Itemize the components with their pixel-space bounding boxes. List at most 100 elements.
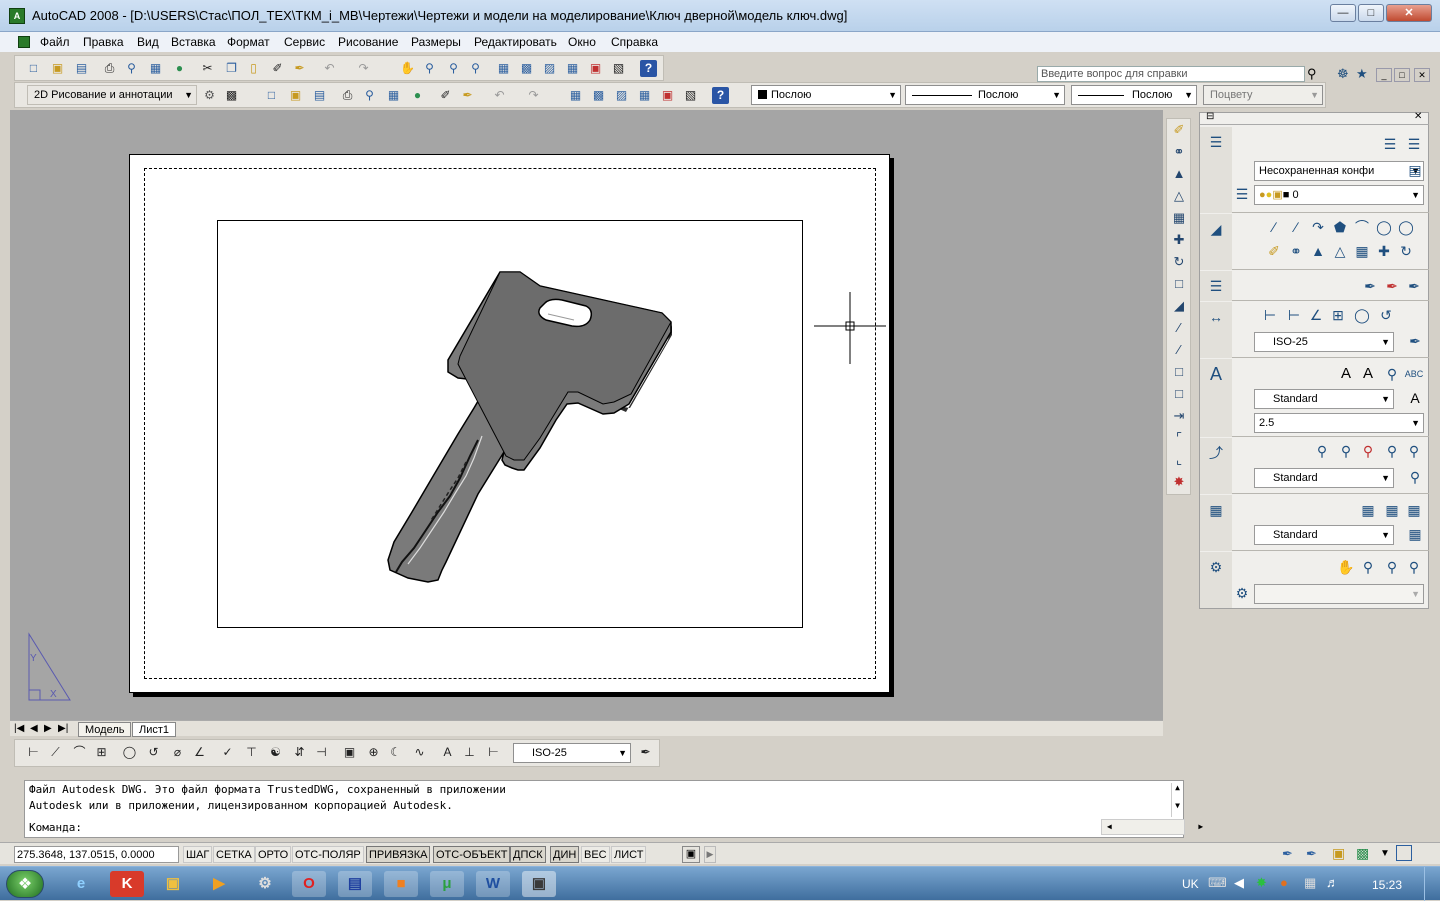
snap-toggle[interactable]: ШАГ	[183, 846, 213, 863]
dim-space-icon[interactable]: ⇵	[291, 744, 308, 761]
dim-baseline-icon[interactable]: ⊤	[243, 744, 260, 761]
word-icon[interactable]: W	[476, 871, 510, 897]
dim-style-manager-icon[interactable]: ✒	[637, 744, 654, 761]
make-current-layer-icon[interactable]: ☰	[1232, 185, 1252, 203]
named-view-icon[interactable]: ⚙	[1232, 584, 1252, 602]
layer-state-manager-icon[interactable]: ▤	[1405, 161, 1425, 179]
stretch-icon[interactable]: ◢	[1170, 297, 1188, 315]
jogged-linear-icon[interactable]: ∿	[411, 744, 428, 761]
table-edit-icon[interactable]: ▦	[1404, 501, 1424, 519]
inspection-icon[interactable]: ☾	[387, 744, 404, 761]
tray-expand-icon[interactable]: ◀	[1234, 875, 1244, 891]
explode-icon[interactable]: ✸	[1170, 473, 1188, 491]
internet-explorer-icon[interactable]: e	[64, 871, 98, 897]
autocad-task-icon[interactable]: ▣	[522, 871, 556, 897]
navigation-panel-icon[interactable]: ⚙	[1206, 558, 1226, 576]
scale-icon[interactable]: □	[1170, 275, 1188, 293]
folder-app-icon[interactable]: ■	[384, 871, 418, 897]
dim-style-panel-select[interactable]: ISO-25 ▼	[1254, 332, 1394, 352]
dashboard-close-icon[interactable]: ✕	[1414, 111, 1422, 122]
table-icon[interactable]: ▦	[1358, 501, 1378, 519]
line-icon[interactable]: ∕	[1264, 218, 1284, 236]
spell-check-icon[interactable]: ABC	[1404, 365, 1424, 383]
tolerance-icon[interactable]: ▣	[341, 744, 358, 761]
dashboard-collapse-icon[interactable]: ⊟	[1206, 111, 1214, 122]
tray-browser-icon[interactable]: ●	[1280, 875, 1288, 890]
multileader-panel-icon[interactable]: ⤴	[1206, 444, 1226, 462]
remove-leader-icon[interactable]: ⚲	[1358, 442, 1378, 460]
tab-layout1[interactable]: Лист1	[132, 722, 177, 737]
offset-icon[interactable]: △	[1170, 187, 1188, 205]
annotation-visibility-icon[interactable]: ✒	[1306, 846, 1317, 862]
tab-model[interactable]: Модель	[78, 722, 132, 737]
dash-angular-icon[interactable]: ∠	[1306, 306, 1326, 324]
layer-select[interactable]: ●●▣■ 0 ▼	[1254, 185, 1424, 205]
move-icon-2[interactable]: ✚	[1374, 242, 1394, 260]
dyn-toggle[interactable]: ДИН	[550, 846, 580, 863]
pan-icon-2[interactable]: ✋	[1336, 558, 1356, 576]
dim-aligned-icon[interactable]: ⟋	[47, 744, 64, 761]
text-height-select[interactable]: 2.5 ▼	[1254, 413, 1424, 433]
annotation-scale-icon[interactable]: ✒	[1282, 846, 1293, 862]
command-hscrollbar[interactable]: ◀ ▶	[1101, 819, 1203, 835]
mleader-style-manager-icon[interactable]: ⚲	[1405, 468, 1425, 486]
media-player-icon[interactable]: ▶	[202, 871, 236, 897]
mleader-style-select[interactable]: Standard ▼	[1254, 468, 1394, 488]
multileader-icon[interactable]: ⚲	[1312, 442, 1332, 460]
dim-style-panel-manager-icon[interactable]: ✒	[1405, 332, 1425, 350]
dim-linear-icon[interactable]: ⊢	[25, 744, 42, 761]
clock[interactable]: 15:23	[1372, 878, 1402, 892]
dimedit-icon[interactable]: A	[439, 744, 456, 761]
polygon-icon[interactable]: ⬟	[1330, 218, 1350, 236]
collect-leaders-icon[interactable]: ⚲	[1404, 442, 1424, 460]
insert-block-icon[interactable]: ✒	[1360, 277, 1380, 295]
otrack-toggle[interactable]: ОТС-ОБЪЕКТ	[433, 846, 511, 863]
command-scrollbar[interactable]: ▲ ▼	[1171, 783, 1183, 817]
arc-icon[interactable]: ◯	[1374, 218, 1394, 236]
break-icon[interactable]: □	[1170, 385, 1188, 403]
dim-diameter-icon[interactable]: ⌀	[169, 744, 186, 761]
viewport-scroll-icon[interactable]: ▶	[704, 846, 716, 863]
named-view-select[interactable]: ▼	[1254, 584, 1424, 604]
tray-app-icon[interactable]: ✸	[1256, 875, 1267, 891]
break-at-point-icon[interactable]: □	[1170, 363, 1188, 381]
array-icon-2[interactable]: ▦	[1352, 242, 1372, 260]
table-export-icon[interactable]: ▦	[1382, 501, 1402, 519]
osnap-toggle[interactable]: ПРИВЯЗКА	[366, 846, 431, 863]
rectangle-icon[interactable]: ⌒	[1352, 218, 1372, 236]
dash-aligned-icon[interactable]: ⊢	[1284, 306, 1304, 324]
polar-toggle[interactable]: ОТС-ПОЛЯР	[292, 846, 364, 863]
dash-jogged-icon[interactable]: ↺	[1376, 306, 1396, 324]
fillet-icon[interactable]: ⌞	[1170, 451, 1188, 469]
chamfer-icon[interactable]: ⌜	[1170, 429, 1188, 447]
dim-ordinate-icon[interactable]: ⊞	[93, 744, 110, 761]
polyline-icon[interactable]: ↷	[1308, 218, 1328, 236]
find-text-icon[interactable]: ⚲	[1382, 365, 1402, 383]
layer-state-select[interactable]: Несохраненная конфи ▼	[1254, 161, 1424, 181]
save-app-icon[interactable]: ▤	[338, 871, 372, 897]
grid-toggle[interactable]: СЕТКА	[213, 846, 255, 863]
explorer-icon[interactable]: ▣	[156, 871, 190, 897]
extend-icon[interactable]: ∕	[1170, 341, 1188, 359]
construction-line-icon[interactable]: ∕	[1286, 218, 1306, 236]
dim-break-icon[interactable]: ⊣	[313, 744, 330, 761]
array-icon[interactable]: ▦	[1170, 209, 1188, 227]
ortho-toggle[interactable]: ОРТО	[255, 846, 292, 863]
language-indicator[interactable]: UK	[1182, 877, 1199, 891]
kaspersky-icon[interactable]: K	[110, 871, 144, 897]
draw-panel-icon[interactable]: ◢	[1206, 220, 1226, 238]
next-tab-icon[interactable]: ▶	[44, 723, 52, 734]
command-prompt[interactable]: Команда:	[29, 821, 82, 834]
align-leaders-icon[interactable]: ⚲	[1382, 442, 1402, 460]
layer-previous-icon[interactable]: ☰	[1404, 135, 1424, 153]
utorrent-icon[interactable]: μ	[430, 871, 464, 897]
create-block-icon[interactable]: ✒	[1382, 277, 1402, 295]
mirror-icon[interactable]: ▲	[1170, 165, 1188, 183]
layer-properties-icon[interactable]: ☰	[1380, 135, 1400, 153]
dim-jogged-icon[interactable]: ↺	[145, 744, 162, 761]
dash-linear-icon[interactable]: ⊢	[1260, 306, 1280, 324]
circle-icon[interactable]: ◯	[1396, 218, 1416, 236]
table-style-manager-icon[interactable]: ▦	[1405, 525, 1425, 543]
lwt-toggle[interactable]: ВЕС	[581, 846, 610, 863]
edit-block-icon[interactable]: ✒	[1404, 277, 1424, 295]
